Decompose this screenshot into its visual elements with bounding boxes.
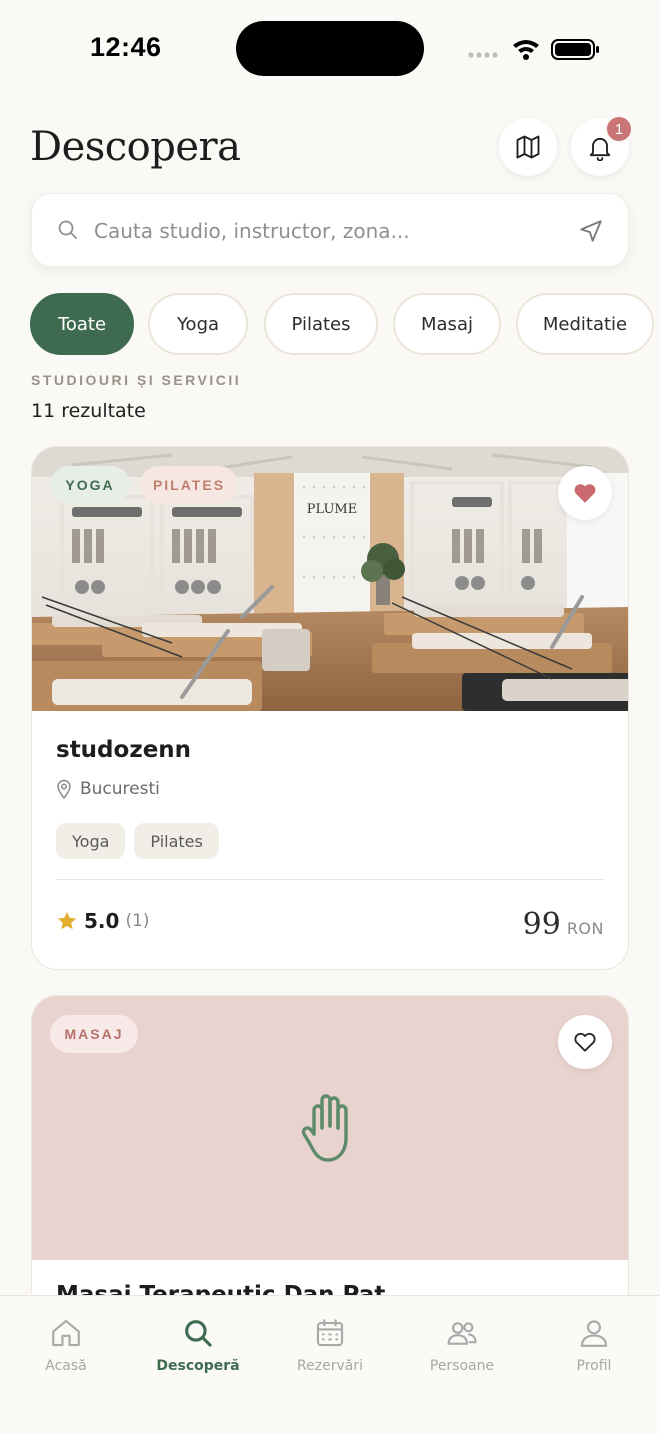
tab-persoane[interactable]: Persoane [407,1316,517,1374]
calendar-icon [316,1319,344,1347]
location-pin-icon [57,779,71,799]
search-bar[interactable] [31,193,629,267]
image-tag-pilates: PILATES [140,466,238,504]
profile-icon [580,1320,608,1347]
tab-label: Acasă [45,1358,87,1374]
studio-name: studozenn [56,737,192,763]
wifi-icon [513,40,539,60]
search-input[interactable] [94,214,564,248]
tab-label: Descoperă [156,1358,240,1374]
studio-card[interactable]: MASAJ Masaj Terapeutic Dan Pat [31,995,629,1315]
studio-price: 99 RON [523,907,604,942]
rating-value: 5.0 [84,909,120,933]
status-bar: 12:46 [0,0,660,100]
studio-photo: PLUME YOGA PILATES [32,447,628,711]
dynamic-island [236,21,424,76]
tab-rezervari[interactable]: Rezervări [275,1316,385,1374]
location-arrow-icon[interactable] [578,218,604,244]
search-icon [58,220,77,239]
filter-chip-toate[interactable]: Toate [30,293,134,355]
tab-label: Persoane [429,1358,495,1374]
studio-tags: Yoga Pilates [56,823,219,859]
heart-filled-icon [574,484,596,503]
tab-acasa[interactable]: Acasă [11,1316,121,1374]
tab-label: Rezervări [297,1358,363,1374]
filter-chip-pilates[interactable]: Pilates [264,293,378,355]
studio-location: Bucuresti [56,779,160,799]
studio-rating: 5.0 (1) [56,909,150,933]
price-value: 99 [522,907,561,942]
filter-chip-masaj[interactable]: Masaj [393,293,501,355]
favorite-button[interactable] [558,1015,612,1069]
studio-tag-pilates: Pilates [134,823,219,859]
price-currency: RON [566,919,604,938]
battery-icon [551,39,599,60]
plume-logo: PLUME [307,502,357,517]
map-icon [516,135,540,159]
divider [56,879,604,880]
people-icon [447,1322,477,1345]
section-label: STUDIOURI ȘI SERVICII [31,372,242,388]
image-tag-yoga: YOGA [50,466,130,504]
studio-placeholder-image: MASAJ [32,996,628,1260]
studio-card[interactable]: PLUME YOGA PILATES studozenn Bucuresti Y… [31,446,629,970]
tab-label: Profil [576,1358,612,1374]
search-icon [185,1320,212,1347]
status-icons [468,39,599,60]
star-icon [57,911,77,930]
hand-icon [301,1094,348,1162]
tab-profil[interactable]: Profil [539,1316,649,1374]
page-title: Descopera [30,124,241,170]
studio-tag-yoga: Yoga [56,823,126,859]
heart-outline-icon [574,1032,596,1052]
tab-descopera[interactable]: Descoperă [143,1316,253,1374]
filter-chip-yoga[interactable]: Yoga [148,293,248,355]
image-tag-masaj: MASAJ [50,1015,138,1053]
cellular-signal-icon [468,52,498,58]
favorite-button[interactable] [558,466,612,520]
rating-count: (1) [125,911,150,931]
tab-bar: Acasă Descoperă Rezervări Persoane Profi… [0,1295,660,1434]
status-time: 12:46 [90,32,162,62]
map-button[interactable] [499,118,557,176]
home-icon [52,1319,80,1347]
location-text: Bucuresti [80,779,160,799]
filter-chip-meditatie[interactable]: Meditatie [516,293,654,355]
result-count: 11 rezultate [31,400,146,422]
notification-badge: 1 [605,115,633,143]
